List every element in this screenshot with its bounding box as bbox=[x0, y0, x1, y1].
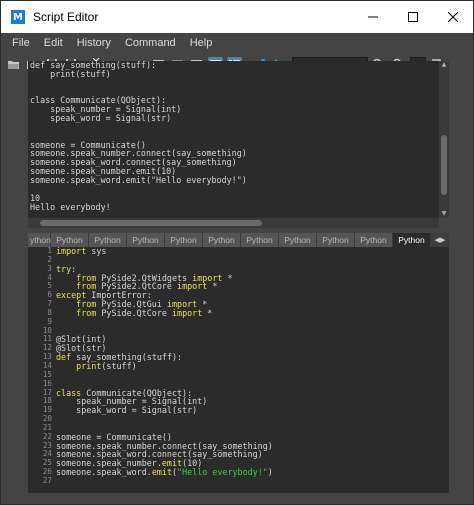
line-number: 27 bbox=[42, 475, 52, 485]
history-vertical-scrollbar[interactable]: ▲ ▼ bbox=[439, 61, 449, 218]
line-number-gutter: 1 2 3 4 5 6 7 8 9 10 11 12 13 14 15 16 17 18 19 20 21 22 23 24 2… bbox=[28, 247, 54, 493]
title-bar[interactable]: M Script Editor bbox=[1, 1, 473, 33]
window-title: Script Editor bbox=[33, 10, 99, 24]
chevron-right-icon[interactable]: ▶ bbox=[440, 236, 445, 244]
menu-help[interactable]: Help bbox=[183, 37, 220, 49]
menu-edit[interactable]: Edit bbox=[37, 37, 70, 49]
open-script-button[interactable] bbox=[6, 57, 21, 72]
scroll-up-arrow-icon[interactable]: ▲ bbox=[439, 61, 449, 69]
tab-python[interactable]: Python bbox=[241, 233, 278, 247]
minimize-icon bbox=[368, 16, 378, 18]
menu-file[interactable]: File bbox=[5, 37, 37, 49]
tab-python-active[interactable]: Python bbox=[393, 233, 430, 247]
tab-python[interactable]: Python bbox=[355, 233, 392, 247]
minimize-button[interactable] bbox=[353, 1, 393, 33]
menu-command[interactable]: Command bbox=[118, 37, 183, 49]
scrollbar-thumb[interactable] bbox=[441, 135, 447, 195]
code-line: @Slot(int) bbox=[56, 334, 107, 345]
history-output-pane[interactable]: def say_something(stuff): print(stuff) c… bbox=[28, 61, 449, 218]
script-input-pane[interactable]: 1 2 3 4 5 6 7 8 9 10 11 12 13 14 15 16 17 18 19 20 21 22 23 24 2… bbox=[28, 247, 449, 493]
tab-python[interactable]: Python bbox=[279, 233, 316, 247]
code-line: from PySide.QtCore import * bbox=[76, 307, 213, 318]
tab-python[interactable]: Python bbox=[127, 233, 164, 247]
tab-python[interactable]: Python bbox=[317, 233, 354, 247]
maximize-icon bbox=[408, 12, 418, 22]
history-horizontal-scrollbar[interactable] bbox=[28, 218, 439, 228]
open-script-icon bbox=[8, 60, 19, 69]
tab-python[interactable]: Python bbox=[51, 233, 88, 247]
tab-python[interactable]: Python bbox=[203, 233, 240, 247]
tab-python[interactable]: ython bbox=[28, 233, 51, 247]
close-icon bbox=[448, 12, 458, 22]
scrollbar-thumb[interactable] bbox=[40, 220, 262, 226]
maximize-button[interactable] bbox=[393, 1, 433, 33]
code-line: speak_word = Signal(str) bbox=[56, 405, 198, 416]
window-controls bbox=[353, 1, 473, 33]
script-editor-window: M Script Editor File Edit History Comman… bbox=[0, 0, 474, 505]
close-button[interactable] bbox=[433, 1, 473, 33]
code-area[interactable]: import sys try: from PySide2.QtWidgets im… bbox=[54, 247, 449, 493]
menu-bar: File Edit History Command Help bbox=[1, 33, 473, 53]
code-line: print(stuff) bbox=[76, 360, 137, 371]
scroll-down-arrow-icon[interactable]: ▼ bbox=[439, 210, 449, 218]
code-line: import sys bbox=[56, 247, 107, 256]
tab-python[interactable]: Python bbox=[89, 233, 126, 247]
maya-app-icon: M bbox=[11, 10, 25, 24]
tab-python[interactable]: Python bbox=[165, 233, 202, 247]
code-line: someone.speak_word.emit("Hello everybody… bbox=[56, 467, 273, 478]
tab-scroll-arrows[interactable]: ◀ ▶ bbox=[431, 233, 449, 247]
menu-history[interactable]: History bbox=[70, 37, 118, 49]
script-tabs: ython Python Python Python Python Python… bbox=[28, 233, 449, 247]
history-text: def say_something(stuff): print(stuff) c… bbox=[30, 61, 247, 212]
